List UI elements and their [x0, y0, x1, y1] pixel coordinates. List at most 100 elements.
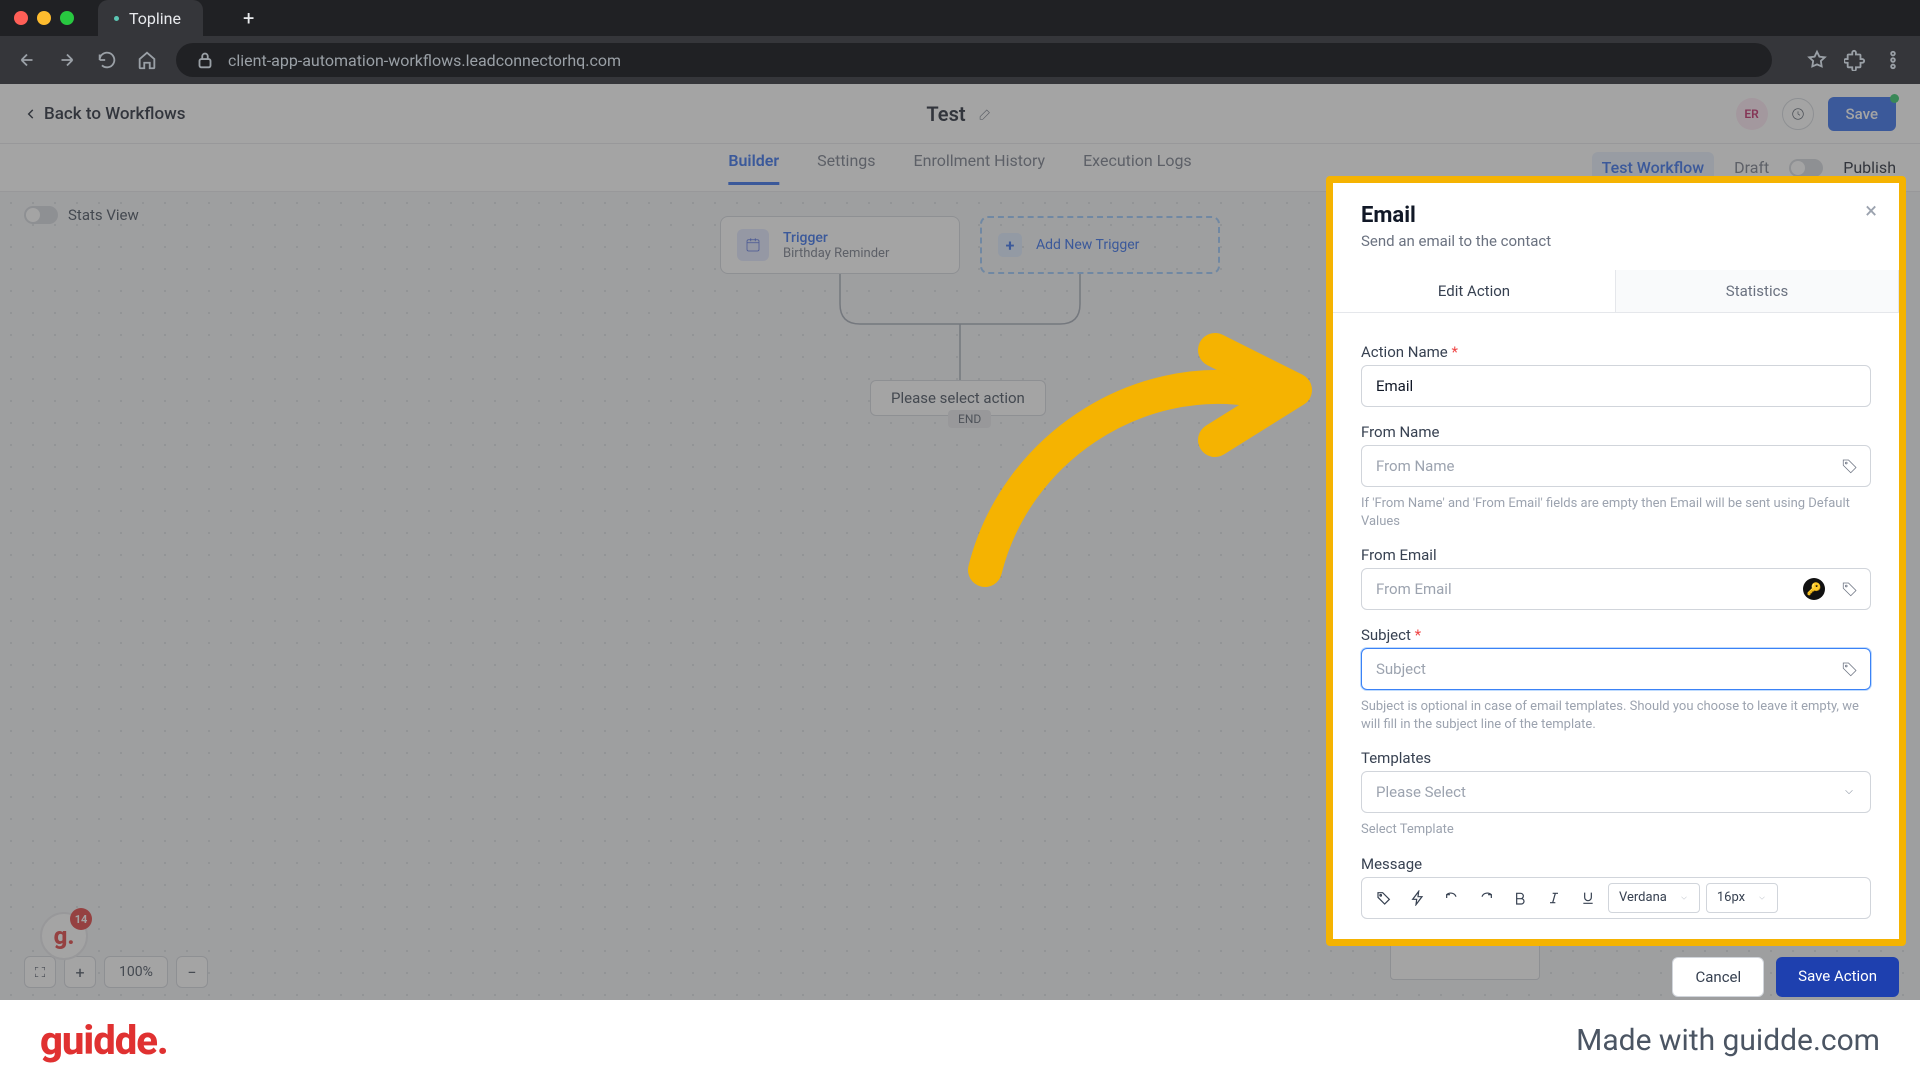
browser-tab[interactable]: Topline	[98, 0, 203, 36]
italic-icon[interactable]	[1540, 884, 1568, 912]
guidde-badge-count: 14	[70, 908, 92, 930]
publish-toggle[interactable]	[1789, 159, 1823, 177]
app-header: Back to Workflows Test ER Save	[0, 84, 1920, 144]
home-icon[interactable]	[136, 49, 158, 71]
trigger-node[interactable]: Trigger Birthday Reminder	[720, 216, 960, 274]
back-label: Back to Workflows	[44, 104, 186, 124]
stats-view-switch[interactable]	[24, 206, 58, 224]
chevron-down-icon	[1842, 785, 1856, 799]
subject-label: Subject *	[1361, 626, 1871, 644]
zoom-in-button[interactable]: +	[64, 956, 96, 988]
stats-view-label: Stats View	[68, 206, 139, 224]
trigger-name: Birthday Reminder	[783, 246, 889, 261]
email-action-panel: Email Send an email to the contact × Edi…	[1326, 176, 1906, 946]
key-icon[interactable]: 🔑	[1803, 578, 1825, 600]
editor-toolbar: Verdana 16px	[1361, 877, 1871, 919]
unsaved-indicator-icon	[1890, 94, 1899, 103]
plus-icon: +	[998, 233, 1022, 257]
trigger-icon	[737, 229, 769, 261]
templates-label: Templates	[1361, 749, 1871, 767]
subject-hint: Subject is optional in case of email tem…	[1361, 698, 1871, 733]
guidde-attribution: Made with guidde.com	[1576, 1023, 1880, 1058]
panel-title: Email	[1361, 203, 1871, 228]
from-email-input[interactable]	[1361, 568, 1871, 610]
tag-icon[interactable]	[1841, 580, 1859, 598]
bold-icon[interactable]	[1506, 884, 1534, 912]
tab-statistics[interactable]: Statistics	[1616, 270, 1899, 312]
message-label: Message	[1361, 855, 1871, 873]
tab-builder[interactable]: Builder	[728, 151, 779, 185]
zoom-controls: + 100% −	[24, 956, 208, 988]
save-button[interactable]: Save	[1828, 97, 1896, 131]
font-family-select[interactable]: Verdana	[1608, 883, 1700, 913]
zoom-percent[interactable]: 100%	[104, 956, 168, 988]
address-bar[interactable]: client-app-automation-workflows.leadconn…	[176, 43, 1772, 77]
workflow-title: Test	[926, 102, 965, 126]
templates-placeholder: Please Select	[1376, 783, 1466, 801]
tab-edit-action[interactable]: Edit Action	[1333, 270, 1616, 312]
guidde-logo: guidde.	[40, 1017, 168, 1064]
templates-hint: Select Template	[1361, 821, 1871, 839]
back-to-workflows-link[interactable]: Back to Workflows	[24, 104, 186, 124]
tab-title: Topline	[129, 9, 181, 28]
tag-icon[interactable]	[1841, 660, 1859, 678]
connector-line	[950, 274, 952, 374]
edit-icon[interactable]	[978, 106, 994, 122]
tab-settings[interactable]: Settings	[817, 151, 875, 185]
from-name-hint: If 'From Name' and 'From Email' fields a…	[1361, 495, 1871, 530]
close-window-icon[interactable]	[14, 11, 28, 25]
subject-input[interactable]	[1361, 648, 1871, 690]
menu-icon[interactable]	[1882, 49, 1904, 71]
underline-icon[interactable]	[1574, 884, 1602, 912]
browser-toolbar: client-app-automation-workflows.leadconn…	[0, 36, 1920, 84]
extensions-icon[interactable]	[1844, 49, 1866, 71]
redo-icon[interactable]	[1472, 884, 1500, 912]
nav-forward-icon[interactable]	[56, 49, 78, 71]
save-action-button[interactable]: Save Action	[1776, 957, 1899, 997]
save-button-label: Save	[1846, 105, 1878, 123]
lightning-icon[interactable]	[1404, 884, 1432, 912]
history-icon[interactable]	[1782, 98, 1814, 130]
tag-icon[interactable]	[1370, 884, 1398, 912]
undo-icon[interactable]	[1438, 884, 1466, 912]
tab-execution-logs[interactable]: Execution Logs	[1083, 151, 1192, 185]
add-trigger-label: Add New Trigger	[1036, 237, 1139, 253]
tab-favicon	[114, 16, 119, 21]
fullscreen-icon[interactable]	[24, 956, 56, 988]
action-name-input[interactable]	[1361, 365, 1871, 407]
guidde-badge-logo: g.	[54, 922, 75, 950]
guidde-badge[interactable]: g. 14	[40, 912, 88, 960]
font-family-label: Verdana	[1619, 890, 1667, 905]
panel-subtitle: Send an email to the contact	[1361, 232, 1871, 250]
from-name-label: From Name	[1361, 423, 1871, 441]
font-size-label: 16px	[1717, 890, 1745, 905]
reload-icon[interactable]	[96, 49, 118, 71]
cancel-button[interactable]: Cancel	[1672, 957, 1764, 997]
browser-tab-strip: Topline +	[0, 0, 1920, 36]
stats-view-toggle[interactable]: Stats View	[24, 206, 139, 224]
tag-icon[interactable]	[1841, 457, 1859, 475]
templates-select[interactable]: Please Select	[1361, 771, 1871, 813]
close-icon[interactable]: ×	[1865, 199, 1877, 224]
url-text: client-app-automation-workflows.leadconn…	[228, 51, 621, 70]
from-name-input[interactable]	[1361, 445, 1871, 487]
lock-icon	[194, 49, 216, 71]
avatar[interactable]: ER	[1736, 98, 1768, 130]
add-trigger-button[interactable]: + Add New Trigger	[980, 216, 1220, 274]
from-email-label: From Email	[1361, 546, 1871, 564]
maximize-window-icon[interactable]	[60, 11, 74, 25]
trigger-label: Trigger	[783, 230, 889, 246]
nav-back-icon[interactable]	[16, 49, 38, 71]
font-size-select[interactable]: 16px	[1706, 883, 1778, 913]
action-name-label: Action Name *	[1361, 343, 1871, 361]
minimize-window-icon[interactable]	[37, 11, 51, 25]
page-title: Test	[926, 102, 993, 126]
zoom-out-button[interactable]: −	[176, 956, 208, 988]
new-tab-button[interactable]: +	[243, 6, 254, 30]
annotation-arrow-icon	[955, 330, 1315, 594]
chevron-down-icon	[1679, 893, 1689, 903]
draft-label: Draft	[1734, 158, 1769, 177]
publish-label: Publish	[1843, 158, 1896, 177]
tab-enrollment-history[interactable]: Enrollment History	[914, 151, 1046, 185]
star-icon[interactable]	[1806, 49, 1828, 71]
